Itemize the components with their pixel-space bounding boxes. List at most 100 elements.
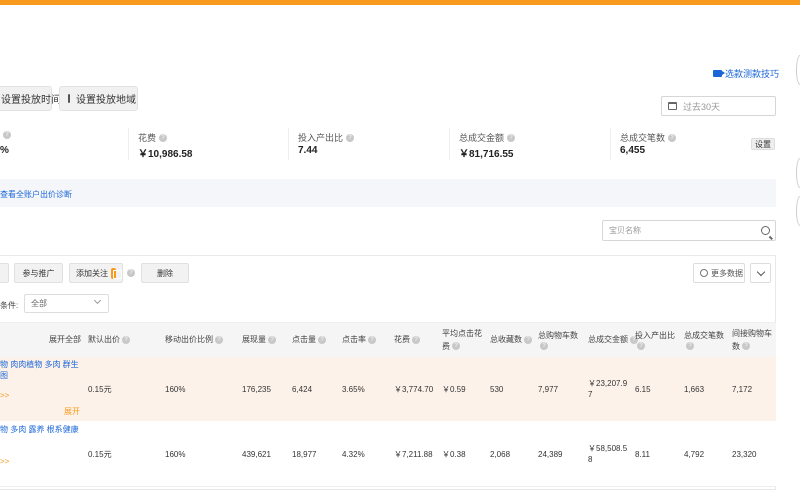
more-link[interactable]: >> <box>0 457 9 466</box>
set-region-button[interactable]: 设置投放地域 <box>59 86 138 111</box>
help-icon[interactable]: ? <box>507 133 516 142</box>
delete-button[interactable]: 删除 <box>141 263 189 283</box>
set-time-button[interactable]: 设置投放时间 <box>0 86 61 111</box>
col-orders[interactable]: 总成交笔数 ? <box>684 322 724 357</box>
help-icon[interactable]: ? <box>159 133 168 142</box>
cell-cost: ￥7,211.88 <box>394 450 433 459</box>
cell-gmv: ￥23,207.9 7 <box>588 379 628 399</box>
floating-side-button[interactable] <box>796 196 800 226</box>
expand-all-link[interactable]: 展开全部 <box>49 322 81 357</box>
date-range-select[interactable]: 过去30天 <box>661 96 776 116</box>
col-indirect-cart[interactable]: 间接购物车 数? <box>732 322 772 357</box>
cell-cost: ￥3,774.70 <box>394 385 434 394</box>
follow-badge-icon <box>111 267 122 279</box>
metric-label-orders: 总成交笔数? <box>620 131 677 144</box>
table-row[interactable] <box>0 421 776 487</box>
cell-roi: 6.15 <box>635 385 651 394</box>
floating-side-button[interactable] <box>796 158 800 188</box>
metric-divider <box>610 128 611 160</box>
cell-default-bid[interactable]: 0.15元 <box>88 384 112 395</box>
metric-divider <box>128 128 129 160</box>
help-icon: ? <box>524 335 532 344</box>
help-icon[interactable]: ? <box>3 131 11 139</box>
col-ctr[interactable]: 点击率? <box>342 322 376 357</box>
cell-avg-cpc: ￥0.59 <box>442 385 466 394</box>
metric-label-cost: 花费? <box>138 131 168 144</box>
toolbar-button-partial[interactable] <box>0 263 9 283</box>
metric-label-roi: 投入产出比? <box>298 131 355 144</box>
search-placeholder: 宝贝名称 <box>609 226 641 235</box>
video-tip-label: 选款测款技巧 <box>725 69 780 79</box>
col-impressions[interactable]: 展现量? <box>242 322 276 357</box>
metrics-setting-button[interactable]: 设置 <box>751 138 775 150</box>
join-promo-button[interactable]: 参与推广 <box>14 263 63 283</box>
col-clicks[interactable]: 点击量? <box>292 322 326 357</box>
cell-clicks: 18,977 <box>292 450 317 459</box>
help-icon: ? <box>368 335 376 344</box>
diagnosis-link[interactable]: 查看全账户出价诊断 <box>0 189 72 200</box>
help-icon: ? <box>742 342 750 350</box>
help-icon: ? <box>540 342 548 350</box>
cell-cart: 7,977 <box>538 385 559 394</box>
cell-avg-cpc: ￥0.38 <box>442 450 466 459</box>
video-tip-link[interactable]: 选款测款技巧 <box>713 67 779 80</box>
cell-mobile-ratio[interactable]: 160% <box>165 384 185 395</box>
col-avg-cpc[interactable]: 平均点击花 费? <box>442 322 482 357</box>
top-accent-bar <box>0 0 800 5</box>
set-region-label: 设置投放地域 <box>76 95 136 106</box>
expand-toggle-button[interactable] <box>750 263 771 283</box>
help-icon[interactable]: ? <box>127 269 135 277</box>
cell-mobile-ratio[interactable]: 160% <box>165 449 185 460</box>
col-roi[interactable]: 投入产出比 ? <box>635 322 675 357</box>
floating-side-button[interactable] <box>796 55 800 85</box>
help-icon: ? <box>122 335 130 344</box>
keyword-tags[interactable]: 物 多肉 露养 根系健康 <box>0 424 79 435</box>
more-data-button[interactable]: 更多数据 <box>693 263 745 283</box>
cell-indirect-cart: 7,172 <box>732 385 753 394</box>
help-icon: ? <box>686 342 694 350</box>
gear-icon <box>700 269 708 277</box>
diagnosis-bar <box>0 179 776 207</box>
cell-cart: 24,389 <box>538 450 563 459</box>
metric-value-gmv: ￥81,716.55 <box>459 149 514 160</box>
help-icon[interactable]: ? <box>668 133 677 142</box>
chevron-down-icon <box>93 296 102 305</box>
help-icon: ? <box>215 335 223 344</box>
cell-gmv: ￥58,508.5 8 <box>588 444 628 464</box>
keyword-tags[interactable]: 物 肉肉植物 多肉 群生 图 <box>0 359 79 381</box>
metric-value-cost: ￥10,986.58 <box>138 149 193 160</box>
cell-default-bid[interactable]: 0.15元 <box>88 449 112 460</box>
help-icon[interactable]: ? <box>346 133 355 142</box>
metric-divider <box>449 128 450 160</box>
region-icon <box>68 94 70 103</box>
search-icon[interactable] <box>761 226 770 235</box>
row-expand-link[interactable]: 展开 <box>64 406 80 417</box>
cell-ctr: 3.65% <box>342 385 365 394</box>
cell-favorites: 2,068 <box>490 450 511 459</box>
table-row[interactable] <box>0 357 776 421</box>
cell-impressions: 439,621 <box>242 450 271 459</box>
col-cost[interactable]: 花费? <box>394 322 420 357</box>
col-cart[interactable]: 总购物车数 ? <box>538 322 578 357</box>
metric-value-orders: 6,455 <box>620 145 646 156</box>
cell-roi: 8.11 <box>635 450 650 459</box>
add-follow-button[interactable]: 添加关注 <box>69 263 123 283</box>
chevron-down-icon <box>756 267 765 276</box>
help-icon: ? <box>412 335 420 344</box>
col-mobile-ratio[interactable]: 移动出价比例? <box>165 322 223 357</box>
col-default-bid[interactable]: 默认出价? <box>88 322 130 357</box>
cell-favorites: 530 <box>490 385 504 394</box>
date-range-label: 过去30天 <box>683 101 721 112</box>
cell-ctr: 4.32% <box>342 450 365 459</box>
filter-select[interactable]: 全部 <box>24 294 109 313</box>
cell-clicks: 6,424 <box>292 385 313 394</box>
calendar-icon <box>668 102 677 110</box>
search-input[interactable]: 宝贝名称 <box>602 220 776 241</box>
help-icon: ? <box>268 335 276 344</box>
cell-impressions: 176,235 <box>242 385 271 394</box>
help-icon: ? <box>452 342 460 350</box>
filter-label: 条件: <box>0 301 19 310</box>
col-favorites[interactable]: 总收藏数? <box>490 322 532 357</box>
more-link[interactable]: >> <box>0 391 9 400</box>
col-gmv[interactable]: 总成交金额? <box>588 322 638 357</box>
